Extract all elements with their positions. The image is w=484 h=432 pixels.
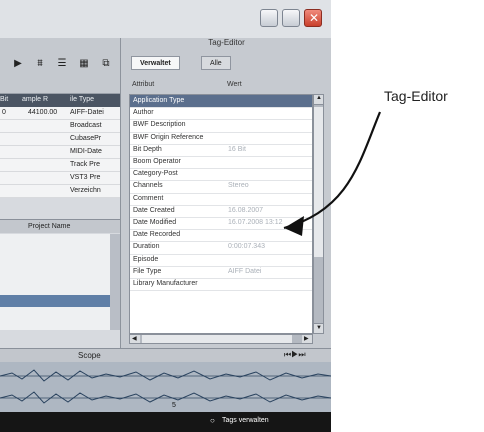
window-titlebar: ✕ — [0, 0, 331, 38]
horizontal-scrollbar[interactable]: ◀ ▶ — [129, 334, 313, 344]
scope-label: Scope — [78, 351, 101, 360]
column-header-project-name[interactable]: Project Name — [28, 223, 70, 230]
column-header-attribute[interactable]: Attribut — [132, 81, 154, 88]
cell-bit: 0 — [2, 109, 6, 116]
attribute-cell: Comment — [133, 194, 164, 202]
cell-file-type: MIDI-Date — [70, 148, 102, 155]
circle-icon: ○ — [210, 416, 215, 425]
attribute-cell: Application Type — [133, 97, 185, 104]
table-row[interactable]: Duration 0:00:07.343 — [130, 241, 312, 255]
timeline-marker: 5 — [172, 402, 176, 409]
table-row[interactable]: Verzeichn — [0, 185, 120, 198]
table-row[interactable]: MIDI-Date — [0, 146, 120, 159]
attribute-cell: Bit Depth — [133, 145, 162, 153]
file-table-header: Bit ample R ile Type — [0, 94, 120, 107]
waveform-display[interactable]: 5 — [0, 362, 331, 412]
grid-icon: ▦ — [79, 58, 89, 69]
filter-icon: ⩩ — [37, 58, 43, 69]
list-view-button[interactable]: ☰ — [54, 56, 70, 72]
close-icon: ✕ — [309, 11, 320, 25]
table-row[interactable]: Track Pre — [0, 159, 120, 172]
arrow-down-icon: ▼ — [316, 325, 322, 331]
waveform-graphic — [0, 369, 331, 404]
status-bar: ○ Tags verwalten — [0, 412, 331, 432]
table-row[interactable]: Library Manufacturer — [130, 278, 312, 292]
table-row[interactable]: VST3 Pre — [0, 172, 120, 185]
tag-editor-tabs: Verwaltet Alle — [121, 52, 331, 74]
attribute-cell: Date Recorded — [133, 231, 181, 239]
tag-table-header: Attribut Wert — [129, 80, 324, 92]
browser-toolbar: ▶ ⩩ ☰ ▦ ⧉ — [0, 38, 120, 94]
table-row[interactable]: CubasePr — [0, 133, 120, 146]
cell-file-type: CubasePr — [70, 135, 102, 142]
scroll-left-button[interactable]: ◀ — [130, 335, 140, 343]
cell-file-type: AIFF-Datei — [70, 109, 104, 116]
project-list-header: Project Name — [0, 219, 120, 233]
column-header-file-type[interactable]: ile Type — [70, 96, 94, 103]
attribute-cell: BWF Origin Reference — [133, 133, 204, 141]
value-cell: AIFF Datei — [228, 267, 262, 275]
filter-button[interactable]: ⩩ — [32, 56, 48, 72]
maximize-button[interactable] — [282, 9, 300, 27]
scope-bar: Scope ⏮▶⏭ — [0, 348, 331, 362]
scroll-thumb[interactable] — [142, 335, 292, 343]
callout-arrow — [283, 111, 382, 236]
go-end-icon[interactable]: ⏭ — [298, 350, 305, 359]
options-button[interactable]: ⧉ — [98, 56, 114, 72]
selected-list-item[interactable] — [0, 295, 110, 307]
cell-sample-rate: 44100.00 — [28, 109, 58, 116]
manage-tags-button[interactable]: Tags verwalten — [222, 417, 269, 424]
options-icon: ⧉ — [102, 58, 110, 69]
tab-alle[interactable]: Alle — [201, 56, 231, 70]
attribute-cell: Category-Post — [133, 170, 178, 178]
cell-file-type: Verzeichn — [70, 187, 101, 194]
table-row[interactable]: 0 44100.00 AIFF-Datei — [0, 107, 120, 120]
attribute-cell: Library Manufacturer — [133, 280, 198, 287]
value-cell: 0:00:07.343 — [228, 243, 265, 251]
column-header-sample-rate[interactable]: ample R — [22, 96, 48, 103]
table-row[interactable]: Broadcast — [0, 120, 120, 133]
minimize-button[interactable] — [260, 9, 278, 27]
attribute-cell: Date Created — [133, 206, 175, 214]
attribute-cell: File Type — [133, 267, 162, 275]
table-row[interactable]: Episode — [130, 254, 312, 267]
grid-view-button[interactable]: ▦ — [76, 56, 92, 72]
list-icon: ☰ — [57, 58, 67, 69]
scroll-right-button[interactable]: ▶ — [302, 335, 312, 343]
annotation-label: Tag-Editor — [384, 88, 448, 104]
attribute-cell: Author — [133, 109, 154, 117]
attribute-cell: Boom Operator — [133, 158, 181, 165]
attribute-cell: Episode — [133, 255, 159, 263]
attribute-cell: Duration — [133, 243, 160, 251]
scroll-down-button[interactable]: ▼ — [314, 323, 323, 333]
tab-verwaltet[interactable]: Verwaltet — [131, 56, 180, 70]
media-browser-panel: ▶ ⩩ ☰ ▦ ⧉ Bit ample R ile Type 0 44100.0… — [0, 38, 120, 348]
arrow-right-icon: ▶ — [304, 336, 309, 342]
column-header-bit[interactable]: Bit — [0, 96, 8, 103]
cell-file-type: Track Pre — [70, 161, 101, 168]
column-header-value[interactable]: Wert — [227, 81, 242, 88]
attribute-cell: BWF Description — [133, 121, 186, 129]
play-button[interactable]: ▶ — [10, 56, 26, 72]
play-icon: ▶ — [14, 58, 22, 69]
project-list[interactable] — [0, 234, 110, 330]
cell-file-type: Broadcast — [70, 122, 102, 129]
close-button[interactable]: ✕ — [304, 9, 322, 27]
attribute-cell: Date Modified — [133, 219, 177, 226]
arrow-left-icon: ◀ — [132, 336, 137, 342]
transport-icons[interactable]: ⏮▶⏭ — [284, 350, 306, 360]
cell-file-type: VST3 Pre — [70, 174, 101, 181]
table-row[interactable]: File Type AIFF Datei — [130, 266, 312, 279]
attribute-cell: Channels — [133, 182, 163, 190]
panel-title: Tag-Editor — [208, 38, 245, 47]
vertical-scrollbar[interactable] — [110, 234, 120, 330]
